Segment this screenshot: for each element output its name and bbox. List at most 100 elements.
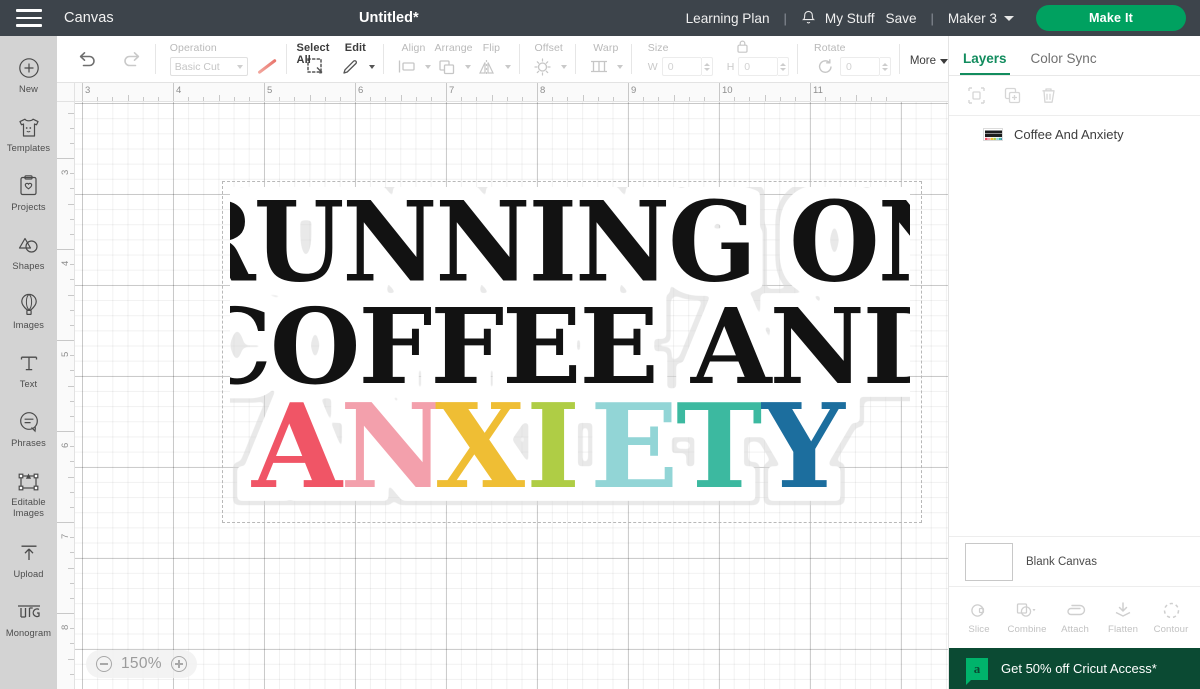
width-input[interactable]: 0 (661, 57, 702, 76)
flip-group[interactable]: Flip (472, 36, 511, 83)
offset-group[interactable]: Offset (528, 36, 567, 83)
ruler-tick-minor (248, 97, 250, 101)
save-button[interactable]: Save (886, 11, 917, 26)
attach-button[interactable]: Attach (1052, 600, 1098, 635)
rotate-stepper[interactable] (880, 57, 892, 76)
align-icon (392, 52, 422, 82)
edit-group[interactable]: Edit (336, 36, 375, 83)
chevron-down-icon (368, 64, 375, 69)
ruler-tick-minor (70, 400, 74, 402)
ruler-label: 7 (449, 85, 455, 96)
ruler-tick-major (810, 83, 811, 101)
contour-button[interactable]: Contour (1148, 600, 1194, 635)
ruler-tick-minor (127, 95, 129, 101)
ruler-tick-minor (70, 324, 74, 326)
ruler-tick-minor (70, 264, 74, 266)
ruler-tick-minor (400, 95, 402, 101)
ruler-tick-minor (476, 97, 478, 101)
delete-trash-icon[interactable] (1037, 85, 1059, 107)
lock-closed-icon[interactable] (736, 39, 749, 59)
tab-layers[interactable]: Layers (960, 51, 1010, 75)
group-icon[interactable] (965, 85, 987, 107)
learning-plan-link[interactable]: Learning Plan (686, 11, 770, 26)
offset-label: Offset (534, 42, 563, 54)
notification-bell-icon[interactable] (801, 10, 816, 26)
cricut-design-space-app: Canvas Untitled* Learning Plan | My Stuf… (0, 0, 1200, 689)
ruler-tick-minor (415, 97, 417, 101)
divider (155, 44, 156, 74)
my-stuff-link[interactable]: My Stuff (825, 11, 875, 26)
combine-button[interactable]: Combine (1004, 600, 1050, 635)
slice-button[interactable]: Slice (956, 600, 1002, 635)
arrange-group[interactable]: Arrange (431, 36, 472, 83)
ruler-tick-minor (97, 97, 99, 101)
sidebar-item-images[interactable]: Images (0, 284, 57, 343)
flatten-button[interactable]: Flatten (1100, 600, 1146, 635)
ruler-tick-minor (688, 97, 690, 101)
ruler-tick-minor (840, 97, 842, 101)
redo-arrow-icon[interactable] (117, 45, 147, 75)
zoom-in-circle-icon[interactable] (170, 656, 187, 672)
zoom-out-circle-icon[interactable] (96, 656, 112, 672)
more-group[interactable]: More (908, 36, 949, 83)
warp-icon (584, 52, 614, 82)
ruler-tick-major (628, 83, 629, 101)
sidebar-item-monogram[interactable]: Monogram (0, 592, 57, 651)
warp-group[interactable]: Warp (583, 36, 623, 83)
slice-icon (970, 600, 989, 620)
height-input[interactable]: 0 (738, 57, 779, 76)
height-stepper[interactable] (778, 57, 790, 76)
align-group[interactable]: Align (392, 36, 431, 83)
layer-row-coffee-and-anxiety[interactable]: Coffee And Anxiety (949, 116, 1200, 153)
pencil-icon (336, 52, 366, 82)
artwork-coffee-and-anxiety[interactable]: RUNNING ON COFFEE AND A N X I E T Y (222, 181, 922, 523)
sidebar-item-phrases[interactable]: Phrases (0, 402, 57, 461)
rotate-icon[interactable] (810, 52, 840, 82)
canvas-label[interactable]: Canvas (64, 10, 114, 26)
sidebar-item-new[interactable]: New (0, 48, 57, 107)
rotate-input[interactable]: 0 (840, 57, 881, 76)
cricut-logo-icon: a (966, 657, 988, 685)
chevron-down-icon (616, 64, 623, 69)
tab-color-sync[interactable]: Color Sync (1031, 51, 1097, 75)
sidebar-item-upload[interactable]: Upload (0, 533, 57, 592)
sidebar-item-text[interactable]: Text (0, 343, 57, 402)
canvas-area[interactable]: RUNNING ON COFFEE AND A N X I E T Y (57, 83, 948, 689)
operation-select[interactable]: Basic Cut (169, 57, 248, 76)
divider (797, 44, 799, 74)
cricut-access-banner[interactable]: a Get 50% off Cricut Access* (949, 648, 1200, 689)
ruler-tick-minor (294, 97, 296, 101)
speech-bubble-icon (18, 409, 40, 435)
project-title[interactable]: Untitled* (359, 10, 419, 26)
ruler-tick-minor (461, 97, 463, 101)
history-group (57, 36, 147, 83)
blank-canvas-row[interactable]: Blank Canvas (949, 536, 1200, 586)
make-it-button[interactable]: Make It (1036, 5, 1186, 31)
width-stepper[interactable] (701, 57, 713, 76)
duplicate-icon[interactable] (1001, 85, 1023, 107)
sidebar-label-shapes: Shapes (12, 261, 45, 271)
ruler-tick-minor (70, 446, 74, 448)
ruler-tick-minor (70, 279, 74, 281)
ruler-tick-minor (552, 97, 554, 101)
ruler-tick-minor (70, 643, 74, 645)
undo-arrow-icon[interactable] (71, 45, 101, 75)
edit-label: Edit (344, 42, 366, 54)
ruler-tick-minor (673, 95, 675, 101)
ruler-label: 11 (813, 85, 823, 96)
pen-stroke-icon[interactable] (257, 58, 277, 75)
ruler-tick-minor (567, 97, 569, 101)
machine-selector[interactable]: Maker 3 (948, 11, 1014, 26)
sidebar-item-projects[interactable]: Projects (0, 166, 57, 225)
sidebar-item-editable-images[interactable]: Editable Images (0, 461, 57, 533)
ruler-tick-minor (70, 461, 74, 463)
canvas-grid[interactable]: RUNNING ON COFFEE AND A N X I E T Y (75, 102, 948, 689)
combine-icon (1015, 600, 1039, 620)
rotate-group: Rotate 0 (806, 36, 892, 83)
sidebar-item-templates[interactable]: Templates (0, 107, 57, 166)
sidebar-item-shapes[interactable]: Shapes (0, 225, 57, 284)
chevron-down-icon (940, 58, 949, 64)
select-all-group[interactable]: Select All (295, 36, 336, 83)
tshirt-icon (17, 114, 40, 140)
hamburger-menu-icon[interactable] (16, 9, 42, 27)
